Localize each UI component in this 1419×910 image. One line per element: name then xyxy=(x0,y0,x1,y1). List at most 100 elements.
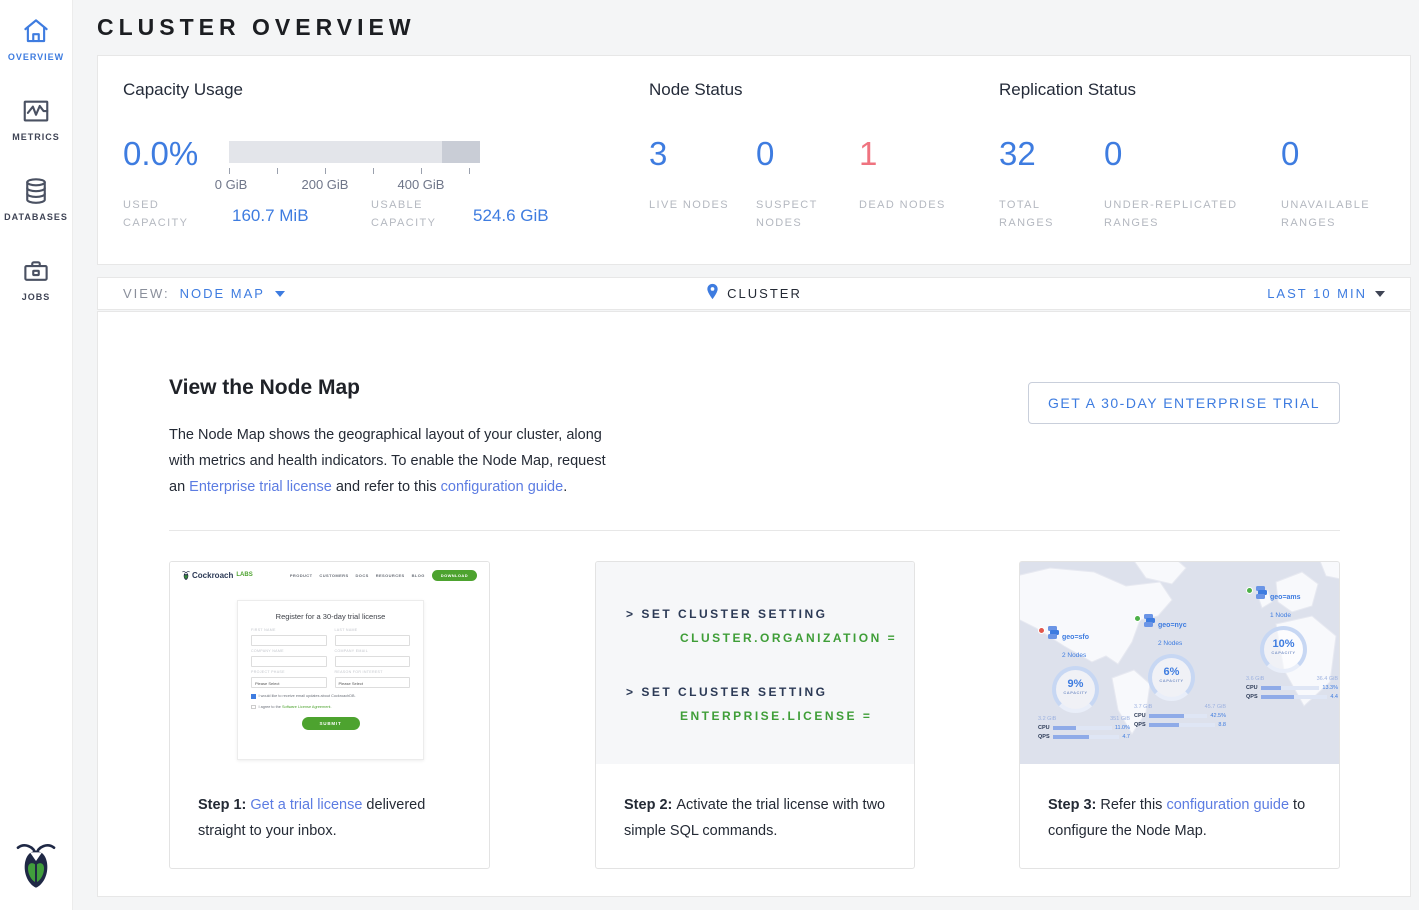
capacity-label: CAPACITY xyxy=(1056,690,1095,695)
qps-value: 4.4 xyxy=(1330,694,1338,700)
unavailable-ranges-label: UNAVAILABLE RANGES xyxy=(1281,196,1391,232)
sidebar-item-label: DATABASES xyxy=(0,212,72,222)
database-icon xyxy=(0,176,72,206)
cockroachdb-logo-icon xyxy=(16,839,56,896)
section-divider xyxy=(169,530,1340,531)
axis-tick xyxy=(325,168,326,174)
total-ranges-value: 32 xyxy=(999,135,1036,173)
cpu-value: 13.3% xyxy=(1322,685,1338,691)
section-heading: View the Node Map xyxy=(169,376,360,400)
cluster-overview-page: OVERVIEW METRICS DATABASES xyxy=(0,0,1419,910)
qps-value: 8.8 xyxy=(1218,722,1226,728)
step-number: Step 2: xyxy=(624,797,676,813)
locality-badge-sfo: geo=sfo2 Nodes 9% CAPACITY 3.2 GiB351 Gi… xyxy=(1038,626,1130,740)
under-replicated-ranges-label: UNDER-REPLICATED RANGES xyxy=(1104,196,1264,232)
dead-nodes-value: 1 xyxy=(859,135,877,173)
qps-label: QPS xyxy=(1246,694,1258,700)
briefcase-icon xyxy=(0,256,72,286)
step-3-caption: Step 3: Refer this configuration guide t… xyxy=(1020,764,1339,844)
capacity-percent: 10% xyxy=(1264,638,1303,650)
description-text: . xyxy=(563,479,567,495)
live-nodes-value: 3 xyxy=(649,135,667,173)
text-input xyxy=(251,635,327,646)
sidebar-item-label: JOBS xyxy=(0,292,72,302)
usable-capacity-label: USABLE CAPACITY xyxy=(371,196,461,232)
checkbox-checked xyxy=(251,694,256,699)
dead-nodes-label: DEAD NODES xyxy=(859,196,949,214)
logo-text: Cockroach xyxy=(192,571,233,580)
field-label: REASON FOR INTEREST xyxy=(335,670,411,674)
sidebar-item-databases[interactable]: DATABASES xyxy=(0,176,72,222)
configuration-guide-link[interactable]: configuration guide xyxy=(441,479,564,495)
locality-node-count: 1 Node xyxy=(1270,612,1291,619)
field-label: COMPANY EMAIL xyxy=(335,649,411,653)
axis-tick-label: 0 GiB xyxy=(215,177,248,192)
configuration-guide-link[interactable]: configuration guide xyxy=(1166,797,1289,813)
axis-tick xyxy=(373,168,374,174)
capacity-used: 3.7 GiB xyxy=(1134,704,1152,710)
text-input xyxy=(335,635,411,646)
capacity-used: 3.6 GiB xyxy=(1246,676,1264,682)
enterprise-trial-button[interactable]: GET A 30-DAY ENTERPRISE TRIAL xyxy=(1028,382,1340,424)
step-number: Step 3: xyxy=(1048,797,1100,813)
trial-license-form: Register for a 30-day trial license FIRS… xyxy=(237,600,424,760)
sidebar: OVERVIEW METRICS DATABASES xyxy=(0,0,73,910)
capacity-bar-reserved-segment xyxy=(442,141,480,163)
field-label: LAST NAME xyxy=(335,628,411,632)
sidebar-item-overview[interactable]: OVERVIEW xyxy=(0,16,72,62)
used-capacity-value: 160.7 MiB xyxy=(232,206,309,226)
capacity-percent: 0.0% xyxy=(123,135,198,173)
cpu-label: CPU xyxy=(1038,725,1050,731)
cluster-summary-card: Capacity Usage 0.0% 0 GiB 200 GiB 400 Gi… xyxy=(97,55,1411,265)
checkbox-label: I would like to receive email updates ab… xyxy=(259,694,356,698)
cpu-label: CPU xyxy=(1246,685,1258,691)
suspect-nodes-value: 0 xyxy=(756,135,774,173)
locality-node-count: 2 Nodes xyxy=(1158,640,1182,647)
mock-site-nav: PRODUCT CUSTOMERS DOCS RESOURCES BLOG DO… xyxy=(290,570,477,581)
capacity-usage-title: Capacity Usage xyxy=(123,80,243,100)
submit-button: SUBMIT xyxy=(302,717,360,730)
capacity-gauge: 6% CAPACITY xyxy=(1148,654,1195,701)
sidebar-item-metrics[interactable]: METRICS xyxy=(0,96,72,142)
axis-tick-label: 400 GiB xyxy=(398,177,445,192)
checkbox-label: I agree to the xyxy=(259,705,282,709)
node-stack-icon xyxy=(1256,586,1267,599)
axis-tick-label: 200 GiB xyxy=(302,177,349,192)
suspect-nodes-label: SUSPECT NODES xyxy=(756,196,846,232)
view-bar: VIEW: NODE MAP CLUSTER LAST 10 MIN xyxy=(97,277,1411,310)
usable-capacity-value: 524.6 GiB xyxy=(473,206,549,226)
sidebar-item-label: OVERVIEW xyxy=(0,52,72,62)
sql-statement: > SET CLUSTER SETTING xyxy=(626,686,914,698)
status-dot-green-icon xyxy=(1134,615,1141,622)
sidebar-item-jobs[interactable]: JOBS xyxy=(0,256,72,302)
select-input: Please Select xyxy=(335,677,411,688)
enterprise-trial-license-link[interactable]: Enterprise trial license xyxy=(189,479,332,495)
locality-badge-nyc: geo=nyc2 Nodes 6% CAPACITY 3.7 GiB45.7 G… xyxy=(1134,614,1226,728)
locality-name: geo=nyc xyxy=(1158,622,1187,629)
cpu-label: CPU xyxy=(1134,713,1146,719)
replication-status-title: Replication Status xyxy=(999,80,1136,100)
qps-label: QPS xyxy=(1134,722,1146,728)
get-trial-license-link[interactable]: Get a trial license xyxy=(250,797,362,813)
axis-tick xyxy=(469,168,470,174)
locality-node-count: 2 Nodes xyxy=(1062,652,1086,659)
time-range-selector[interactable]: LAST 10 MIN xyxy=(1267,286,1385,301)
chevron-down-icon[interactable] xyxy=(1375,291,1385,297)
axis-tick xyxy=(229,168,230,174)
node-stack-icon xyxy=(1048,626,1059,639)
text-input xyxy=(251,656,327,667)
capacity-gauge: 10% CAPACITY xyxy=(1260,626,1307,673)
breadcrumb-cluster: CLUSTER xyxy=(727,286,802,301)
cpu-value: 11.0% xyxy=(1115,725,1130,731)
qps-label: QPS xyxy=(1038,734,1050,740)
locality-badge-ams: geo=ams1 Node 10% CAPACITY 3.6 GiB36.4 G… xyxy=(1246,586,1338,700)
trial-registration-screenshot: Cockroach LABS PRODUCT CUSTOMERS DOCS RE… xyxy=(170,562,489,764)
capacity-label: CAPACITY xyxy=(1152,678,1191,683)
license-agreement-link: Software License Agreement. xyxy=(282,705,332,709)
node-map-description: The Node Map shows the geographical layo… xyxy=(169,422,624,500)
description-text: and refer to this xyxy=(332,479,441,495)
location-pin-icon xyxy=(706,283,719,305)
field-label: COMPANY NAME xyxy=(251,649,327,653)
time-range-value[interactable]: LAST 10 MIN xyxy=(1267,286,1367,301)
sql-setting: ENTERPRISE.LICENSE = xyxy=(680,710,914,722)
